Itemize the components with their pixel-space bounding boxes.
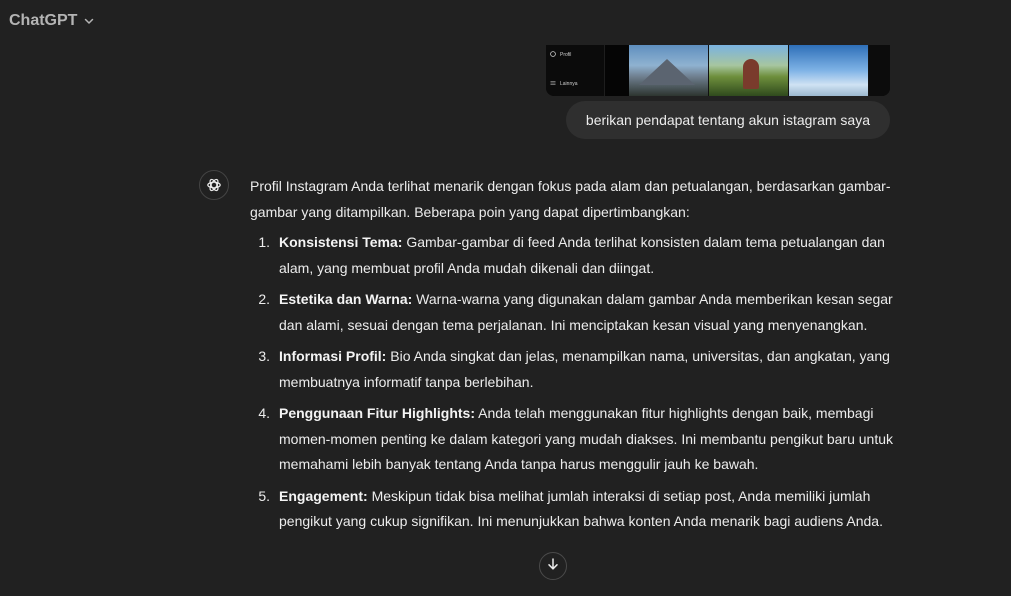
list-item: 1. Konsistensi Tema: Gambar-gambar di fe…	[258, 234, 885, 276]
openai-logo-icon	[199, 170, 229, 200]
photo-thumbnail	[629, 45, 709, 96]
model-name: ChatGPT	[9, 12, 78, 29]
user-message-text: berikan pendapat tentang akun istagram s…	[585, 112, 870, 128]
point-title: Estetika dan Warna:	[279, 291, 413, 307]
point-title: Konsistensi Tema:	[279, 234, 403, 250]
chevron-down-icon	[83, 15, 95, 27]
photo-thumbnail	[709, 45, 789, 96]
point-title: Engagement:	[279, 487, 368, 504]
list-item: 5. Engagement: Meskipun tidak bisa melih…	[258, 487, 883, 530]
photo-thumbnail	[789, 45, 869, 96]
image-sidebar-more: Lainnya	[550, 80, 578, 88]
model-selector[interactable]: ChatGPT	[9, 10, 95, 32]
user-message-bubble: berikan pendapat tentang akun istagram s…	[565, 101, 890, 139]
assistant-intro: Profil Instagram Anda terlihat menarik d…	[250, 178, 891, 220]
profile-icon	[550, 51, 556, 59]
point-title: Penggunaan Fitur Highlights:	[279, 405, 475, 421]
list-item: 4. Penggunaan Fitur Highlights: Anda tel…	[258, 405, 894, 472]
list-item: 3. Informasi Profil: Bio Anda singkat da…	[258, 348, 890, 390]
point-title: Informasi Profil:	[279, 348, 387, 364]
uploaded-image[interactable]: Profil Lainnya	[546, 45, 890, 96]
menu-icon	[550, 80, 556, 88]
image-sidebar: Profil Lainnya	[546, 45, 605, 96]
arrow-down-icon	[546, 557, 560, 576]
point-text: Meskipun tidak bisa melihat jumlah inter…	[279, 487, 883, 530]
list-item: 2. Estetika dan Warna: Warna-warna yang …	[258, 291, 893, 333]
chat-page: ChatGPT Profil Lainnya berikan pendapat …	[0, 0, 1011, 596]
assistant-points-list: 1. Konsistensi Tema: Gambar-gambar di fe…	[250, 230, 900, 535]
assistant-message: Profil Instagram Anda terlihat menarik d…	[250, 174, 900, 541]
scroll-to-bottom-button[interactable]	[539, 552, 567, 580]
image-sidebar-profile: Profil	[550, 51, 571, 59]
